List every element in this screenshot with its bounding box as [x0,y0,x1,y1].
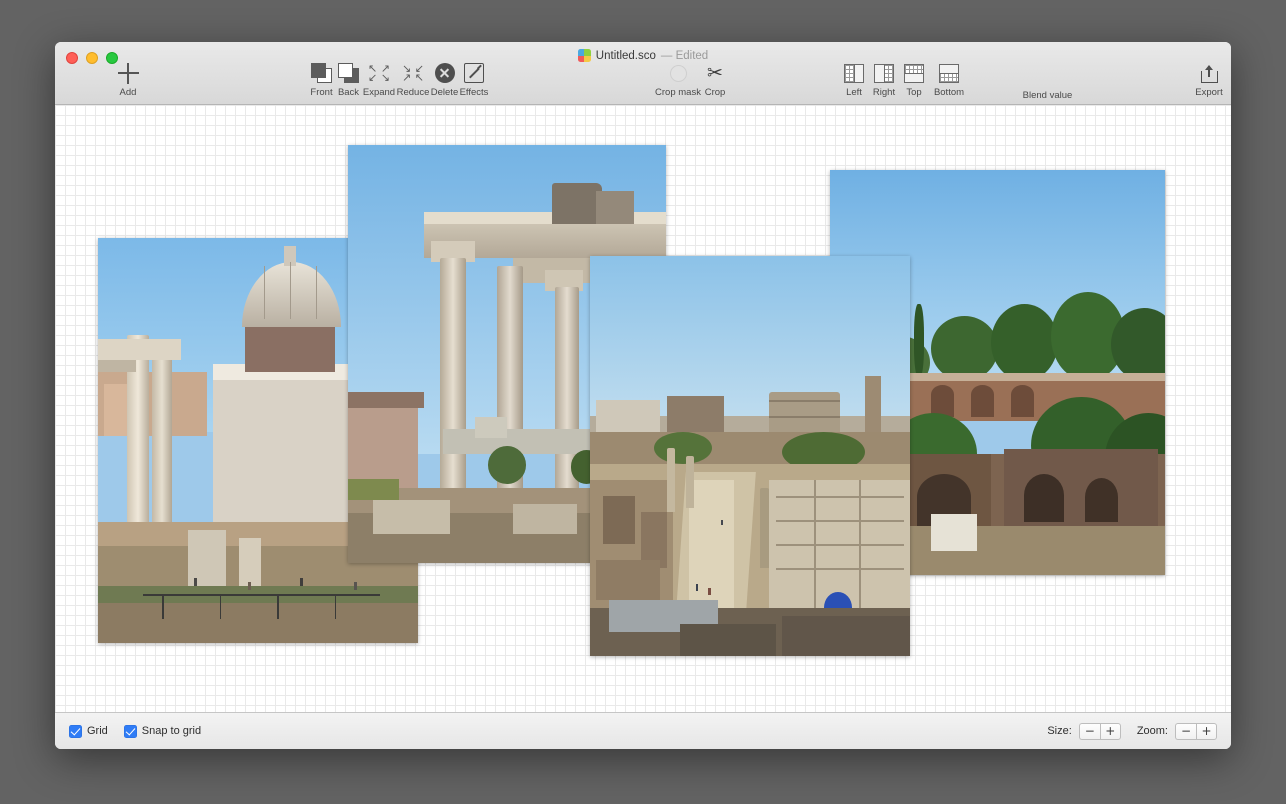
circle-mask-icon [649,60,707,86]
reduce-button[interactable]: ↘↙ ↗↖ Reduce [394,60,432,98]
minimize-button[interactable] [86,52,98,64]
status-bar: Grid Snap to grid Size: − + Zoom: − + [55,712,1231,749]
snap-to-grid-checkbox-box[interactable] [124,725,137,738]
window-title-bar: Untitled.sco — Edited [55,49,1231,62]
size-decrease-button[interactable]: − [1079,723,1100,740]
blend-value-label: Blend value [995,90,1100,101]
export-share-icon [1191,60,1227,86]
effects-pencil-icon [457,60,491,86]
align-right-label: Right [867,87,901,98]
grid-checkbox-label: Grid [87,725,108,737]
size-increase-button[interactable]: + [1100,723,1121,740]
effects-label: Effects [457,87,491,98]
effects-button[interactable]: Effects [457,60,491,98]
crop-mask-label: Crop mask [649,87,707,98]
align-top-button[interactable]: Top [900,60,928,98]
toolbar: Untitled.sco — Edited Add Front Back [55,42,1231,105]
window-title: Untitled.sco [596,50,656,62]
add-button[interactable]: Add [111,60,145,98]
zoom-label: Zoom: [1137,725,1168,737]
align-left-icon [840,60,868,86]
app-window: Untitled.sco — Edited Add Front Back [55,42,1231,749]
app-icon [578,49,591,62]
crop-mask-button[interactable]: Crop mask [649,60,707,98]
blend-value-label-wrap: Blend value [995,89,1100,101]
canvas[interactable] [55,105,1231,712]
snap-to-grid-checkbox-label: Snap to grid [142,725,201,737]
zoom-stepper[interactable]: Zoom: − + [1137,723,1217,740]
grid-checkbox[interactable]: Grid [69,725,108,738]
align-left-button[interactable]: Left [840,60,868,98]
align-top-label: Top [900,87,928,98]
size-label: Size: [1047,725,1071,737]
crop-label: Crop [700,87,730,98]
align-right-button[interactable]: Right [867,60,901,98]
align-left-label: Left [840,87,868,98]
align-bottom-icon [927,60,971,86]
close-button[interactable] [66,52,78,64]
expand-arrows-icon: ↖↗ ↙↘ [360,60,398,86]
reduce-label: Reduce [394,87,432,98]
align-top-icon [900,60,928,86]
expand-button[interactable]: ↖↗ ↙↘ Expand [360,60,398,98]
zoom-decrease-button[interactable]: − [1175,723,1196,740]
photo-forum-excavation-panorama[interactable] [590,256,910,656]
zoom-increase-button[interactable]: + [1196,723,1217,740]
align-bottom-button[interactable]: Bottom [927,60,971,98]
grid-checkbox-box[interactable] [69,725,82,738]
expand-label: Expand [360,87,398,98]
zoom-stepper-buttons[interactable]: − + [1175,723,1217,740]
align-right-icon [867,60,901,86]
size-stepper[interactable]: Size: − + [1047,723,1120,740]
export-label: Export [1191,87,1227,98]
add-label: Add [111,87,145,98]
export-button[interactable]: Export [1191,60,1227,98]
align-bottom-label: Bottom [927,87,971,98]
reduce-arrows-icon: ↘↙ ↗↖ [394,60,432,86]
size-stepper-buttons[interactable]: − + [1079,723,1121,740]
crop-button[interactable]: ✂ Crop [700,60,730,98]
plus-icon [111,60,145,86]
snap-to-grid-checkbox[interactable]: Snap to grid [124,725,201,738]
scissors-icon: ✂ [700,60,730,86]
